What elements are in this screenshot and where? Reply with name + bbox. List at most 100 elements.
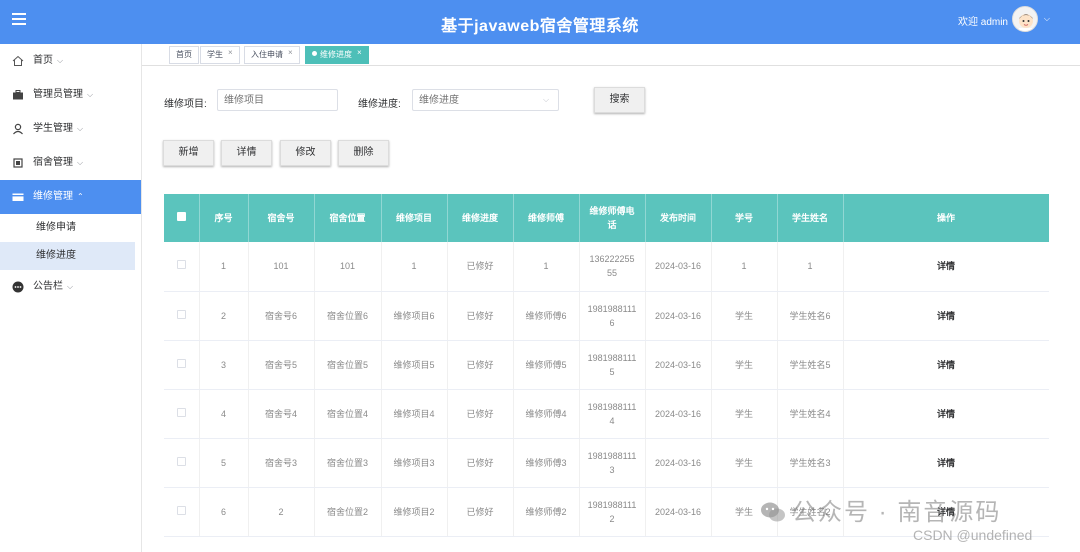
row-select-cell[interactable] [164, 242, 200, 292]
close-icon[interactable]: × [288, 48, 293, 57]
table-cell: 已修好 [447, 389, 514, 439]
chevron-down-icon: ⌵ [543, 95, 550, 104]
table-row[interactable]: 1 101 101 1 已修好 1 13622225555 2024-03-16 1 1 详情 [164, 242, 1049, 292]
table-cell: 学生姓名5 [777, 340, 844, 390]
sidebar-item-label: 首页 [33, 55, 53, 66]
search-button[interactable]: 搜索 [594, 87, 645, 113]
table-cell: 6 [199, 487, 249, 537]
column-header: 序号 [199, 194, 249, 242]
column-header: 操作 [843, 194, 1049, 242]
table-cell: 宿舍位置6 [314, 291, 382, 341]
row-select-cell[interactable] [164, 389, 200, 439]
table-row[interactable]: 5 宿舍号3 宿舍位置3 维修项目3 已修好 维修师傅3 19819881113 2024-0… [164, 438, 1049, 488]
row-checkbox[interactable] [176, 358, 186, 368]
tab-bar: 首页 学生 × 入住申请 × 维修进度 × [142, 44, 1080, 66]
table-cell: 宿舍号3 [248, 438, 315, 488]
sidebar-item-label: 公告栏 [33, 281, 63, 292]
table-cell: 维修项目2 [381, 487, 448, 537]
table-cell: 101 [314, 242, 382, 292]
table-cell: 19819881114 [579, 389, 646, 439]
close-icon[interactable]: × [228, 48, 233, 57]
table-cell: 2 [199, 291, 249, 341]
chevron-down-icon: ⌵ [67, 282, 74, 291]
column-header: 宿舍号 [248, 194, 315, 242]
table-cell: 宿舍位置2 [314, 487, 382, 537]
table-cell: 学生 [711, 340, 778, 390]
sidebar-subitem-repair-progress[interactable]: 维修进度 [0, 242, 135, 270]
sidebar-item-dorm[interactable]: 宿舍管理 ⌵ [0, 146, 141, 180]
row-select-cell[interactable] [164, 438, 200, 488]
table-cell: 宿舍号5 [248, 340, 315, 390]
sidebar-item-admin[interactable]: 管理员管理 ⌵ [0, 78, 141, 112]
sidebar-item-label: 管理员管理 [33, 89, 83, 100]
chevron-down-icon: ⌵ [87, 90, 94, 99]
tab-label: 首页 [176, 50, 192, 59]
tab-checkin-apply[interactable]: 入住申请 × [244, 46, 300, 64]
tab-label: 维修进度 [320, 50, 352, 59]
edit-button[interactable]: 修改 [280, 140, 331, 166]
wechat-icon [761, 502, 785, 522]
table-cell: 5 [199, 438, 249, 488]
delete-button[interactable]: 删除 [338, 140, 389, 166]
table-cell: 已修好 [447, 438, 514, 488]
row-checkbox[interactable] [176, 407, 186, 417]
table-row[interactable]: 2 宿舍号6 宿舍位置6 维修项目6 已修好 维修师傅6 19819881116 2024-0… [164, 291, 1049, 341]
avatar[interactable] [1012, 6, 1038, 32]
table-cell: 1 [199, 242, 249, 292]
row-detail-link[interactable]: 详情 [843, 291, 1049, 341]
wechat-watermark-text: 公众号 · 南音源码 [792, 499, 1002, 526]
row-checkbox[interactable] [176, 456, 186, 466]
column-header: 维修进度 [447, 194, 514, 242]
row-detail-link[interactable]: 详情 [843, 438, 1049, 488]
repair-item-label: 维修项目: [164, 99, 207, 110]
row-select-cell[interactable] [164, 340, 200, 390]
tab-repair-progress[interactable]: 维修进度 × [305, 46, 369, 64]
sidebar-subitem-repair-apply[interactable]: 维修申请 [0, 214, 141, 242]
table-cell: 学生姓名4 [777, 389, 844, 439]
table-cell: 维修项目6 [381, 291, 448, 341]
row-checkbox[interactable] [176, 309, 186, 319]
close-icon[interactable]: × [357, 48, 362, 57]
row-detail-link[interactable]: 详情 [843, 242, 1049, 292]
column-header: 学号 [711, 194, 778, 242]
repair-progress-select[interactable] [412, 89, 559, 111]
table-cell: 2024-03-16 [645, 242, 712, 292]
row-detail-link[interactable]: 详情 [843, 389, 1049, 439]
table-cell: 维修项目5 [381, 340, 448, 390]
detail-button[interactable]: 详情 [221, 140, 272, 166]
chevron-down-icon[interactable]: ⌵ [1044, 14, 1050, 24]
table-cell: 学生姓名6 [777, 291, 844, 341]
sidebar-item-notice[interactable]: 公告栏 ⌵ [0, 270, 141, 304]
sidebar-item-home[interactable]: 首页 ⌵ [0, 44, 141, 78]
column-header: 维修师傅电话 [579, 194, 646, 242]
row-checkbox[interactable] [176, 505, 186, 515]
chip-icon [13, 158, 23, 168]
table-cell: 宿舍位置4 [314, 389, 382, 439]
table-cell: 2024-03-16 [645, 340, 712, 390]
table-cell: 维修师傅2 [513, 487, 580, 537]
tab-home[interactable]: 首页 [169, 46, 199, 64]
tab-label: 入住申请 [251, 50, 283, 59]
sidebar: 首页 ⌵ 管理员管理 ⌵ 学生管理 ⌵ 宿舍管理 ⌵ 维修管理 ⌃ 维修申请 维修进度 公… [0, 44, 142, 552]
table-row[interactable]: 3 宿舍号5 宿舍位置5 维修项目5 已修好 维修师傅5 19819881115 2024-0… [164, 340, 1049, 390]
table-row[interactable]: 4 宿舍号4 宿舍位置4 维修项目4 已修好 维修师傅4 19819881114 2024-0… [164, 389, 1049, 439]
repair-item-input[interactable] [217, 89, 338, 111]
tab-student[interactable]: 学生 × [200, 46, 240, 64]
column-header: 维修项目 [381, 194, 448, 242]
table-cell: 1 [381, 242, 448, 292]
row-detail-link[interactable]: 详情 [843, 340, 1049, 390]
column-header-text: 维修师傅电话 [589, 206, 635, 230]
wechat-watermark: 公众号 · 南音源码 [760, 492, 1001, 527]
active-dot-icon [312, 51, 317, 56]
row-checkbox[interactable] [176, 260, 186, 270]
select-all-checkbox[interactable] [176, 212, 186, 221]
row-select-cell[interactable] [164, 291, 200, 341]
add-button[interactable]: 新增 [163, 140, 214, 166]
row-select-cell[interactable] [164, 487, 200, 537]
sidebar-item-student[interactable]: 学生管理 ⌵ [0, 112, 141, 146]
tab-label: 学生 [207, 50, 223, 59]
select-all-cell[interactable] [164, 194, 200, 242]
sidebar-item-repair[interactable]: 维修管理 ⌃ [0, 180, 141, 214]
chevron-down-icon: ⌵ [77, 124, 84, 133]
table-cell: 1 [711, 242, 778, 292]
